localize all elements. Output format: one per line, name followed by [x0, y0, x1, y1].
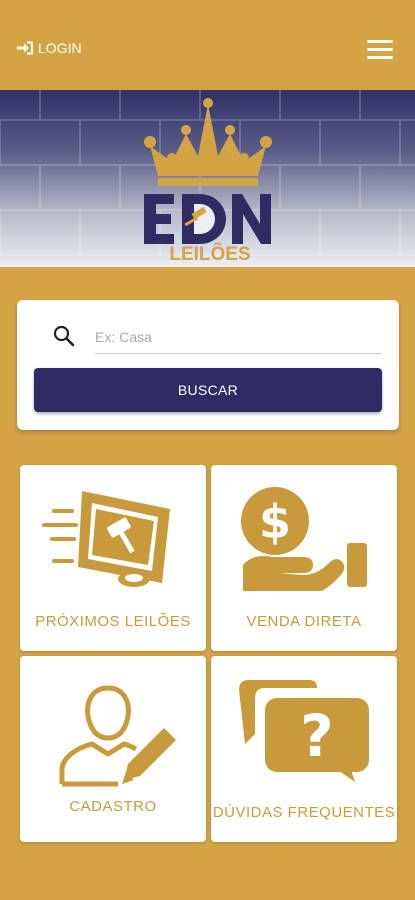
top-app-bar: LOGIN	[0, 0, 415, 90]
tile-duvidas-frequentes[interactable]: ? DÚVIDAS FREQUENTES	[211, 656, 397, 842]
logo-subtitle: LEILÕES	[169, 243, 250, 264]
login-button[interactable]: LOGIN	[16, 40, 82, 56]
tile-cadastro[interactable]: CADASTRO	[20, 656, 206, 842]
crown-icon	[144, 98, 272, 186]
hero-banner: LEILÕES	[0, 90, 415, 267]
tile-label: CADASTRO	[69, 798, 157, 815]
edn-leiloes-logo: LEILÕES	[144, 98, 272, 264]
sign-in-icon	[16, 40, 34, 56]
tile-label: DÚVIDAS FREQUENTES	[212, 804, 396, 821]
money-hand-icon: $	[241, 487, 367, 591]
tile-label: PRÓXIMOS LEILÕES	[35, 613, 191, 630]
search-card: BUSCAR	[17, 300, 399, 430]
search-button[interactable]: BUSCAR	[34, 368, 382, 412]
hamburger-menu-icon[interactable]	[367, 40, 393, 60]
login-label: LOGIN	[38, 40, 82, 56]
question-bubbles-icon: ?	[239, 680, 369, 782]
tile-label: VENDA DIRETA	[246, 613, 362, 630]
search-input[interactable]	[95, 320, 382, 354]
user-edit-icon	[59, 685, 176, 787]
svg-text:$: $	[259, 495, 291, 549]
auction-monitor-icon	[42, 491, 170, 587]
tile-venda-direta[interactable]: $ VENDA DIRETA	[211, 465, 397, 651]
svg-text:?: ?	[300, 702, 334, 770]
tile-proximos-leiloes[interactable]: PRÓXIMOS LEILÕES	[20, 465, 206, 651]
